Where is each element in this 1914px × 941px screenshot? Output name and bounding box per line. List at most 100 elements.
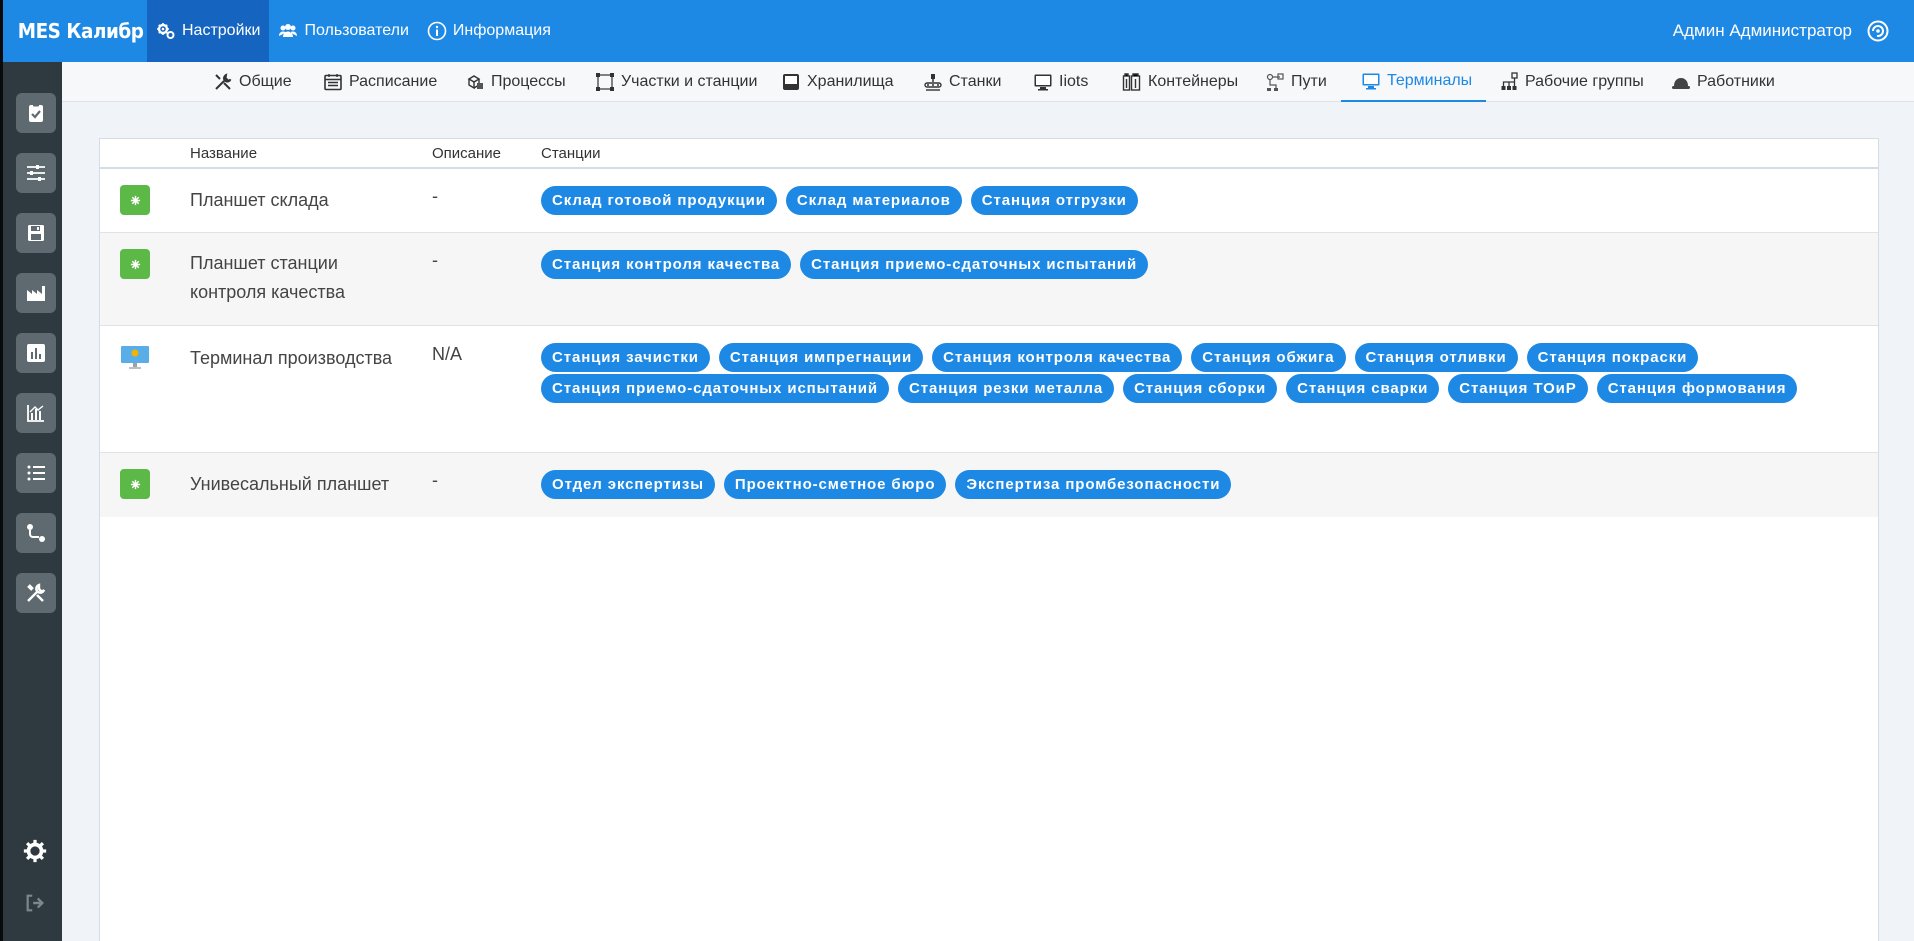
column-header-stations[interactable]: Станции — [541, 145, 601, 162]
tab-schedule[interactable]: Расписание — [323, 62, 437, 102]
tab-machines[interactable]: Станки — [923, 62, 1001, 102]
table-row[interactable]: Терминал производства N/A Станция зачист… — [100, 326, 1878, 453]
user-menu-icon[interactable] — [1866, 19, 1890, 43]
tab-processes[interactable]: Процессы — [465, 62, 566, 102]
station-chip[interactable]: Станция сборки — [1123, 374, 1278, 403]
station-chip[interactable]: Станция отливки — [1354, 343, 1518, 372]
tab-processes-label: Процессы — [491, 73, 566, 90]
tablet-green-icon — [120, 249, 150, 279]
station-chip[interactable]: Станция ТОиР — [1448, 374, 1588, 403]
cubes-icon — [467, 75, 483, 90]
station-chips: Станция контроля качества Станция приемо-… — [541, 250, 1841, 281]
station-chip[interactable]: Станция приемо-сдаточных испытаний — [541, 374, 890, 403]
tablet-green-icon — [120, 185, 150, 215]
calendar-icon — [324, 74, 342, 91]
station-chip[interactable]: Станция формования — [1596, 374, 1798, 403]
tab-workers[interactable]: Работники — [1671, 62, 1775, 102]
station-chip[interactable]: Станция импрегнации — [718, 343, 924, 372]
station-chip[interactable]: Станция обжига — [1191, 343, 1346, 372]
users-icon — [279, 24, 298, 37]
conveyor-icon — [924, 74, 942, 91]
top-bar: MES Калибр Настройки Пользователи Информ… — [0, 0, 1914, 62]
sidebar-analytics[interactable] — [16, 393, 56, 433]
station-chips: Склад готовой продукции Склад материалов С… — [541, 186, 1841, 217]
station-chip[interactable]: Станция покраски — [1526, 343, 1699, 372]
station-chip[interactable]: Проектно-сметное бюро — [723, 470, 947, 499]
table-row[interactable]: Унивесальный планшет - Отдел экспертизы П… — [100, 453, 1878, 517]
table-row[interactable]: Планшет склада - Склад готовой продукции… — [100, 169, 1878, 233]
station-chip[interactable]: Склад материалов — [785, 186, 962, 215]
terminal-description: - — [432, 470, 438, 490]
sidebar-lists[interactable] — [16, 453, 56, 493]
station-chip[interactable]: Отдел экспертизы — [541, 470, 715, 499]
terminal-name: Планшет склада — [190, 190, 329, 210]
terminal-name: Унивесальный планшет — [190, 474, 390, 494]
area-chart-icon — [27, 286, 45, 301]
column-header-name[interactable]: Название — [190, 145, 257, 162]
sidebar-tasks[interactable] — [16, 93, 56, 133]
tab-paths[interactable]: Пути — [1265, 62, 1327, 102]
topnav-settings[interactable]: Настройки — [147, 0, 270, 62]
tab-iiots-label: Iiots — [1059, 73, 1089, 90]
table-row[interactable]: Планшет станции контроля качества - Стан… — [100, 233, 1878, 326]
station-chip[interactable]: Станция отгрузки — [970, 186, 1138, 215]
topnav-users[interactable]: Пользователи — [269, 0, 417, 62]
station-chip[interactable]: Склад готовой продукции — [541, 186, 777, 215]
sidebar-tools[interactable] — [16, 573, 56, 613]
terminal-description: - — [432, 186, 438, 206]
station-chip[interactable]: Станция контроля качества — [932, 343, 1183, 372]
station-chip[interactable]: Станция зачистки — [541, 343, 710, 372]
tab-work-groups[interactable]: Рабочие группы — [1499, 62, 1644, 102]
sidebar-gear[interactable] — [21, 837, 49, 865]
topnav-info[interactable]: Информация — [418, 0, 560, 62]
tab-general[interactable]: Общие — [213, 62, 292, 102]
tools-icon — [215, 73, 232, 90]
terminal-description: - — [432, 250, 438, 270]
user-name[interactable]: Админ Администратор — [1673, 0, 1852, 62]
terminal-name: Терминал производства — [190, 348, 393, 368]
station-chip[interactable]: Станция контроля качества — [541, 250, 792, 279]
sidebar-production[interactable] — [16, 273, 56, 313]
terminal-monitor-icon — [120, 344, 150, 374]
brand-logo[interactable]: MES Калибр — [3, 0, 144, 62]
hard-hat-icon — [1672, 78, 1690, 89]
tab-iiots[interactable]: Iiots — [1033, 62, 1088, 102]
tab-storages[interactable]: Хранилища — [781, 62, 894, 102]
tab-workers-label: Работники — [1697, 73, 1775, 90]
column-header-description[interactable]: Описание — [432, 145, 501, 162]
save-icon — [28, 225, 44, 241]
vector-square-icon — [596, 73, 614, 91]
station-chip[interactable]: Экспертиза промбезопасности — [955, 470, 1232, 499]
terminal-description: N/A — [432, 344, 463, 364]
station-chip[interactable]: Станция сварки — [1286, 374, 1440, 403]
route-icon — [27, 524, 45, 542]
sidebar-settings[interactable] — [16, 153, 56, 193]
station-chips: Отдел экспертизы Проектно-сметное бюро Экс… — [541, 470, 1841, 501]
tablet-green-icon — [120, 469, 150, 499]
table-header: Название Описание Станции — [100, 139, 1878, 169]
inbox-icon — [783, 74, 799, 90]
station-chip[interactable]: Станция резки металла — [898, 374, 1115, 403]
desktop-icon — [1034, 74, 1052, 91]
station-chip[interactable]: Станция приемо-сдаточных испытаний — [800, 250, 1149, 279]
sidebar-routes[interactable] — [16, 513, 56, 553]
sidebar-storage[interactable] — [16, 213, 56, 253]
tab-general-label: Общие — [239, 73, 292, 90]
terminal-name: Планшет станции контроля качества — [190, 253, 346, 302]
clipboard-check-icon — [29, 103, 43, 122]
tab-terminals[interactable]: Терминалы — [1341, 62, 1487, 102]
tab-terminals-label: Терминалы — [1387, 72, 1473, 89]
path-icon — [1266, 73, 1284, 91]
info-icon — [427, 21, 447, 41]
tab-paths-label: Пути — [1291, 73, 1327, 90]
topnav-info-label: Информация — [452, 22, 551, 39]
sidebar-reports[interactable] — [16, 333, 56, 373]
tab-storages-label: Хранилища — [807, 73, 894, 90]
tab-areas-stations[interactable]: Участки и станции — [595, 62, 757, 102]
gears-icon — [157, 23, 175, 39]
sign-out-icon — [26, 894, 45, 912]
tab-containers[interactable]: Контейнеры — [1122, 62, 1238, 102]
sidebar-logout[interactable] — [21, 889, 49, 917]
settings-subnav: Общие Расписание Процессы Участки и стан… — [62, 62, 1914, 102]
sliders-icon — [27, 165, 45, 181]
